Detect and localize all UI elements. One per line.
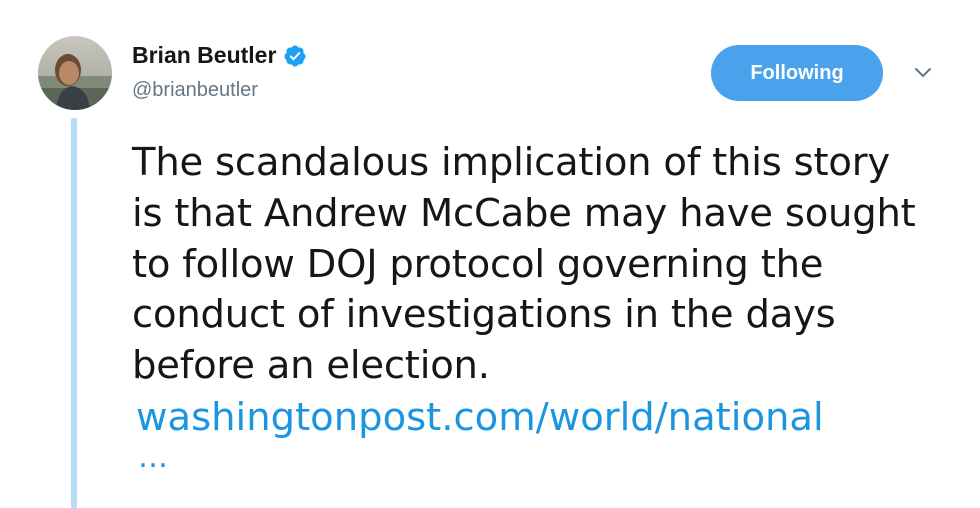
chevron-down-icon[interactable] [912,64,934,80]
avatar[interactable] [38,36,112,110]
tweet-link-ellipsis[interactable]: … [138,438,168,478]
tweet-text-line: conduct of investigations in the days [132,292,836,338]
verified-badge-icon [283,44,307,68]
author-name-row[interactable]: Brian Beutler [132,42,307,69]
author-display-name[interactable]: Brian Beutler [132,42,276,69]
tweet-text-line: The scandalous implication of this story [132,140,890,185]
following-button[interactable]: Following [711,45,883,101]
tweet-text: The scandalous implication of this story… [132,138,962,392]
thread-line [71,118,77,508]
tweet-text-line: is that Andrew McCabe may have sought [132,190,916,236]
tweet-link[interactable]: washingtonpost.com/world/national [136,393,824,443]
avatar-photo [38,36,112,110]
tweet-text-line: before an election. [132,343,490,389]
author-handle[interactable]: @brianbeutler [132,79,258,102]
tweet-text-line: to follow DOJ protocol governing the [132,241,824,287]
